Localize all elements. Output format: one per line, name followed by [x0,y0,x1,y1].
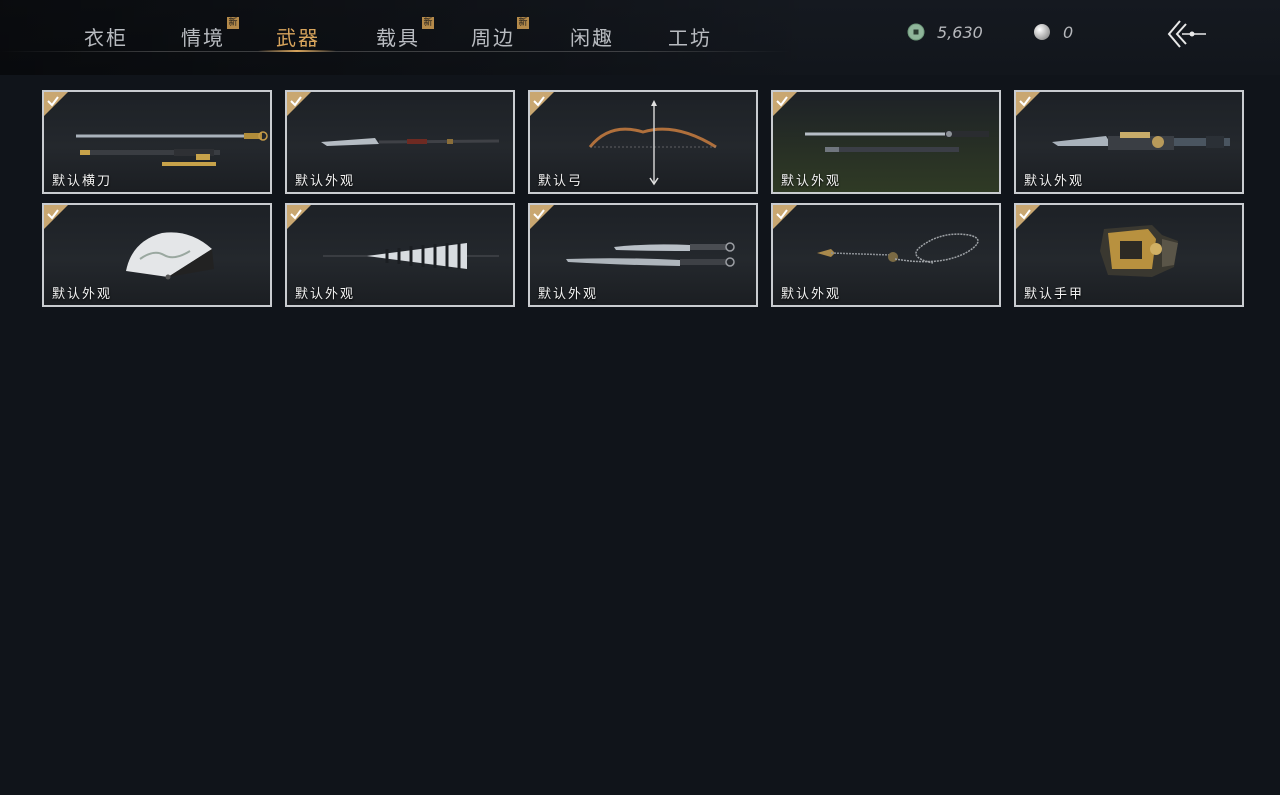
item-card-umbrella[interactable]: 默认外观 [285,203,515,307]
check-icon [776,209,788,220]
currency-jade: 5,630 [907,22,983,42]
check-icon [533,96,545,107]
item-label: 默认外观 [295,287,356,302]
item-card-bow[interactable]: 默认弓 [528,90,758,194]
tab-label: 情境 [181,26,225,50]
item-card-mech-blade[interactable]: 默认外观 [1014,90,1244,194]
tab-wardrobe[interactable]: 衣柜 [84,22,128,51]
jade-amount: 5,630 [937,22,983,42]
tab-label: 周边 [471,26,515,50]
new-badge: 新 [422,17,434,29]
item-label: 默认外观 [538,287,599,302]
check-icon [290,96,302,107]
item-card-spear[interactable]: 默认外观 [285,90,515,194]
active-tab-underline [258,50,336,52]
item-card-sword[interactable]: 默认横刀 [42,90,272,194]
item-card-fan[interactable]: 默认外观 [42,203,272,307]
tab-vehicles[interactable]: 载具新 [376,17,434,51]
item-card-gauntlet[interactable]: 默认手甲 [1014,203,1244,307]
item-label: 默认横刀 [52,174,113,189]
item-card-dual-blades[interactable]: 默认外观 [528,203,758,307]
jade-coin-icon [907,23,925,41]
tab-label: 闲趣 [570,26,614,50]
check-icon [533,209,545,220]
tab-workshop[interactable]: 工坊 [668,22,712,51]
tab-merch[interactable]: 周边新 [471,17,529,51]
tab-label: 工坊 [668,26,712,50]
tab-label: 武器 [276,26,320,50]
currency-pearl: 0 [1033,22,1073,42]
tabs-divider [0,51,790,52]
check-icon [47,209,59,220]
item-label: 默认弓 [538,174,584,189]
item-label: 默认外观 [1024,174,1085,189]
back-arrow-icon[interactable] [1166,18,1210,50]
check-icon [1019,209,1031,220]
item-card-twin-sword[interactable]: 默认外观 [771,90,1001,194]
new-badge: 新 [227,17,239,29]
tab-scenes[interactable]: 情境新 [181,17,239,51]
pearl-amount: 0 [1063,22,1074,42]
tab-label: 衣柜 [84,26,128,50]
check-icon [776,96,788,107]
tab-weapons[interactable]: 武器 [276,22,320,51]
check-icon [290,209,302,220]
check-icon [1019,96,1031,107]
pearl-icon [1034,24,1050,40]
item-label: 默认外观 [781,174,842,189]
item-card-rope-dart[interactable]: 默认外观 [771,203,1001,307]
item-label: 默认外观 [781,287,842,302]
tab-label: 载具 [376,26,420,50]
item-label: 默认外观 [52,287,113,302]
tab-leisure[interactable]: 闲趣 [570,22,614,51]
top-bar: 衣柜 情境新 武器 载具新 周边新 闲趣 工坊 5,630 0 [0,0,1280,75]
item-label: 默认手甲 [1024,287,1085,302]
check-icon [47,96,59,107]
new-badge: 新 [517,17,529,29]
item-label: 默认外观 [295,174,356,189]
